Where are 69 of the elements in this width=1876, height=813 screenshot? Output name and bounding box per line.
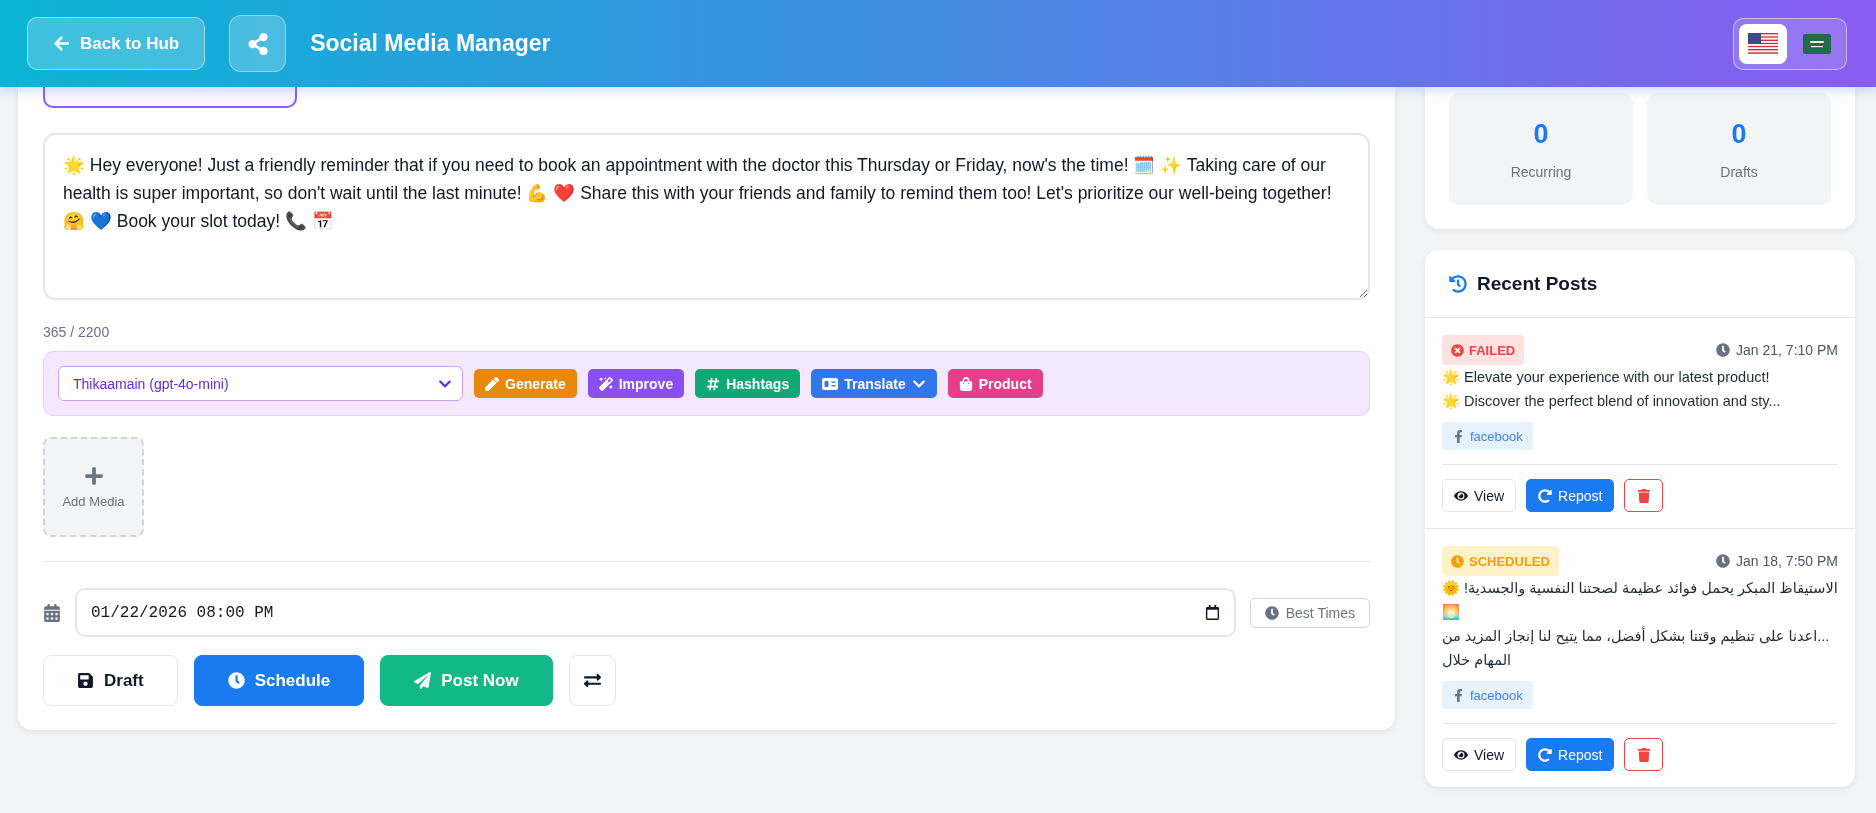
paper-plane-icon <box>414 672 432 689</box>
translate-icon <box>822 377 839 390</box>
clock-icon <box>1264 605 1279 620</box>
clock-icon <box>1716 343 1731 357</box>
stat-value: 0 <box>1533 118 1549 150</box>
arrow-left-icon <box>53 35 70 52</box>
status-badge: SCHEDULED <box>1442 546 1559 576</box>
add-media-button[interactable]: Add Media <box>43 437 144 537</box>
hash-icon <box>706 376 721 391</box>
repeat-icon <box>583 672 601 689</box>
saudi-flag-icon <box>1803 33 1831 54</box>
facebook-icon <box>1452 688 1465 702</box>
calendar-icon[interactable] <box>1204 605 1220 620</box>
eye-icon <box>1454 488 1468 503</box>
post-text: الاستيقاظ المبكر يحمل فوائد عظيمة لصحتنا النفسية والجسدية! 🌞 🌅 <box>1442 579 1838 622</box>
app-title: Social Media Manager <box>310 30 552 57</box>
clock-icon <box>227 672 245 689</box>
status-badge: FAILED <box>1442 335 1525 365</box>
repost-button[interactable]: Repost <box>1526 738 1615 771</box>
clock-icon <box>1451 554 1464 568</box>
repost-button[interactable]: Repost <box>1526 479 1615 512</box>
stat-label: Recurring <box>1510 163 1572 180</box>
pencil-icon <box>485 376 499 391</box>
magic-wand-icon <box>598 376 613 391</box>
delete-button[interactable] <box>1624 738 1664 771</box>
stat-value: 0 <box>1731 118 1747 150</box>
post-text-field[interactable]: 🌟 Hey everyone! Just a friendly reminder that if you need to book an appointment with the doctor this Thursday or Friday, now's the time! 🗓 ✨ Taking care of our health is super important, so don't wait until the last minute! 💪 ❤ Share this with your friends and family to remind them too! Let's prioritize our well-being together! 🤗 💙 Book your slot today! 📞 📅 <box>43 133 1370 300</box>
shopping-bag-icon <box>958 376 973 391</box>
post-button[interactable]: Post Now <box>380 655 553 706</box>
share-icon <box>246 32 269 55</box>
cut-off-tab[interactable] <box>43 87 297 108</box>
recurring-button[interactable] <box>568 655 616 706</box>
platform-name: facebook <box>1470 428 1523 444</box>
post-text: 🌟 Elevate your experience with our latest product! <box>1442 368 1771 388</box>
calendar-icon <box>43 603 61 622</box>
generate-button[interactable]: Generate <box>474 369 577 398</box>
redo-icon <box>1538 488 1553 503</box>
facebook-icon <box>1452 429 1465 443</box>
product-button[interactable]: Product <box>947 369 1043 398</box>
stat-label: Drafts <box>1720 163 1758 180</box>
best-times-button[interactable]: Best Times <box>1249 597 1370 628</box>
post-time: Jan 21, 7:10 PM <box>1736 342 1838 358</box>
hashtags-button[interactable]: Hashtags <box>695 369 801 398</box>
post-time: Jan 18, 7:50 PM <box>1736 553 1838 569</box>
trash-icon <box>1636 488 1651 503</box>
post-text: 🌟 Discover the perfect blend of innovation and sty... <box>1442 392 1782 412</box>
recent-posts-title: Recent Posts <box>1477 272 1598 295</box>
translate-button[interactable]: Translate <box>811 369 937 398</box>
history-icon <box>1449 274 1467 293</box>
post-text: ...اعدنا على تنظيم وقتنا بشكل أفضل، مما يتيح لنا إنجاز المزيد من المهام خلال <box>1442 625 1831 671</box>
language-button[interactable] <box>1739 23 1787 64</box>
view-button[interactable]: View <box>1442 479 1517 512</box>
draft-button[interactable]: Draft <box>43 655 178 706</box>
improve-button[interactable]: Improve <box>587 369 685 398</box>
plus-icon <box>83 465 104 486</box>
error-icon <box>1451 343 1464 357</box>
clock-icon <box>1716 554 1731 568</box>
delete-button[interactable] <box>1624 479 1664 512</box>
platform-name: facebook <box>1470 687 1523 703</box>
us-flag-icon <box>1748 32 1778 55</box>
save-icon <box>77 672 94 689</box>
schedule-date-field[interactable]: 01/22/2026 08:00 PM <box>75 588 1236 637</box>
character-count: 365 / 2200 <box>43 324 111 340</box>
trash-icon <box>1636 747 1651 762</box>
schedule-button[interactable]: Schedule <box>193 655 365 706</box>
view-button[interactable]: View <box>1442 738 1517 771</box>
eye-icon <box>1454 747 1468 762</box>
redo-icon <box>1538 747 1553 762</box>
ai-model-select[interactable]: Thikaamain (gpt-4o-mini) <box>58 366 463 401</box>
